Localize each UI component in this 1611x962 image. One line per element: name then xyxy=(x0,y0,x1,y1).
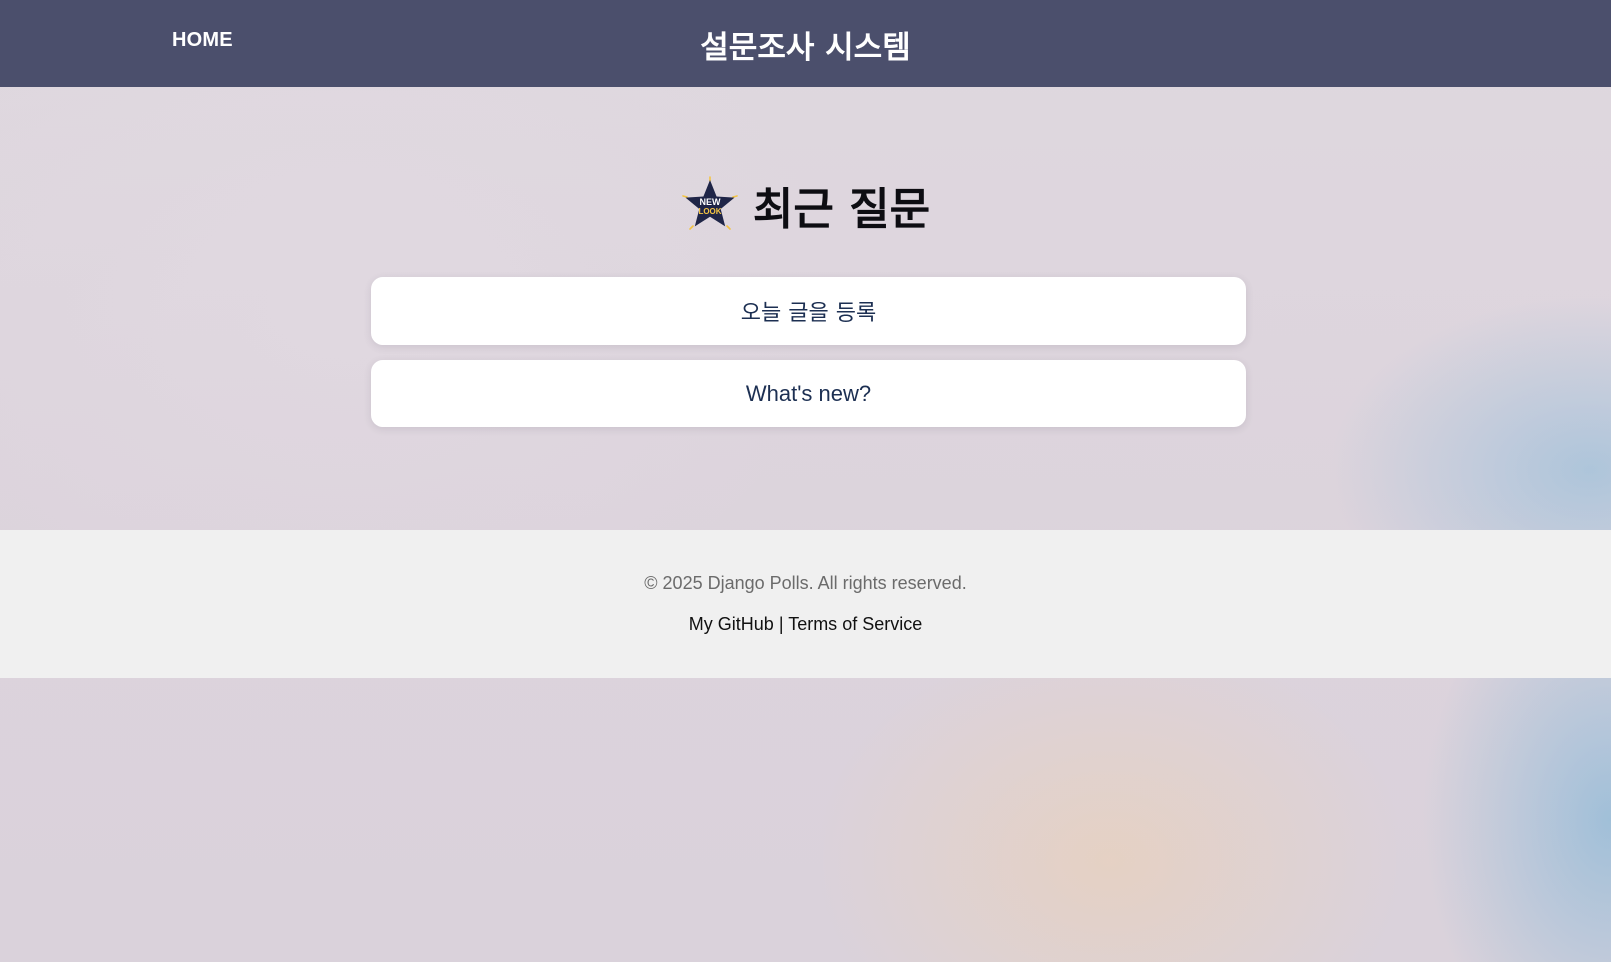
badge-text-new: NEW xyxy=(699,197,721,207)
heading-text: 최근 질문 xyxy=(752,184,931,235)
question-card[interactable]: What's new? xyxy=(371,360,1246,427)
question-card[interactable]: 오늘 글을 등록 xyxy=(371,277,1246,345)
site-title: 설문조사 시스템 xyxy=(700,30,911,66)
question-label: What's new? xyxy=(745,380,872,406)
footer: © 2025 Django Polls. All rights reserved… xyxy=(0,530,1611,678)
new-look-star-icon: NEW LOOK xyxy=(682,176,738,230)
top-navbar: HOME 설문조사 시스템 xyxy=(0,0,1611,87)
copyright-text: © 2025 Django Polls. All rights reserved… xyxy=(644,573,967,593)
question-label: 오늘 글을 등록 xyxy=(740,301,877,326)
footer-links: My GitHub | Terms of Service xyxy=(0,614,1611,635)
page-heading: NEW LOOK 최근 질문 xyxy=(0,173,1611,237)
badge-text-look: LOOK xyxy=(698,207,721,216)
terms-link[interactable]: Terms of Service xyxy=(788,614,922,634)
main-content: NEW LOOK 최근 질문 오늘 글을 등록 What's new? xyxy=(0,87,1611,530)
link-separator: | xyxy=(778,614,784,634)
github-link[interactable]: My GitHub xyxy=(689,614,774,634)
